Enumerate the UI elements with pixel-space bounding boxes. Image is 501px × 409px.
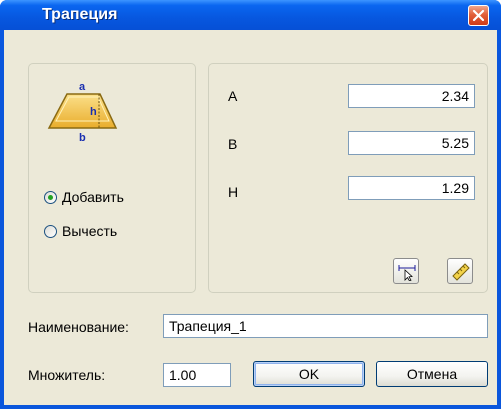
name-label: Наименование:	[28, 319, 129, 335]
param-h-input[interactable]	[348, 176, 475, 200]
title-bar[interactable]: Трапеция	[0, 0, 501, 30]
shape-group: a h b Добавить Вычесть	[28, 63, 196, 293]
ruler-icon	[452, 263, 470, 281]
add-radio[interactable]	[44, 190, 57, 204]
params-group: A B H	[208, 63, 488, 293]
pick-distance-button[interactable]	[393, 258, 419, 284]
pick-distance-icon	[398, 265, 416, 281]
shape-label-a: a	[79, 81, 86, 93]
shape-label-b: b	[79, 132, 86, 144]
add-radio-label: Добавить	[62, 189, 124, 205]
window-title: Трапеция	[42, 6, 118, 23]
multiplier-input[interactable]	[163, 363, 231, 387]
mode-add-option[interactable]: Добавить	[44, 188, 124, 206]
measure-button[interactable]	[447, 258, 473, 284]
param-b-input[interactable]	[348, 131, 475, 155]
subtract-radio[interactable]	[44, 224, 57, 238]
subtract-radio-label: Вычесть	[62, 223, 118, 239]
param-a-input[interactable]	[348, 84, 475, 108]
dialog-client: a h b Добавить Вычесть A B H	[4, 30, 497, 405]
shape-label-h: h	[90, 106, 97, 118]
close-button[interactable]	[468, 5, 489, 26]
cancel-button[interactable]: Отмена	[376, 361, 488, 387]
trapezoid-icon: a h b	[47, 81, 118, 144]
multiplier-label: Множитель:	[28, 367, 106, 383]
param-b-label: B	[228, 136, 238, 152]
mode-subtract-option[interactable]: Вычесть	[44, 222, 117, 240]
param-a-label: A	[228, 88, 238, 104]
dialog-window: Трапеция a h b Добавить Вычесть A 2.34 B…	[0, 0, 501, 409]
name-input[interactable]	[163, 314, 488, 338]
ok-button[interactable]: OK	[253, 361, 365, 387]
param-h-label: H	[228, 184, 239, 200]
close-icon	[472, 9, 485, 22]
